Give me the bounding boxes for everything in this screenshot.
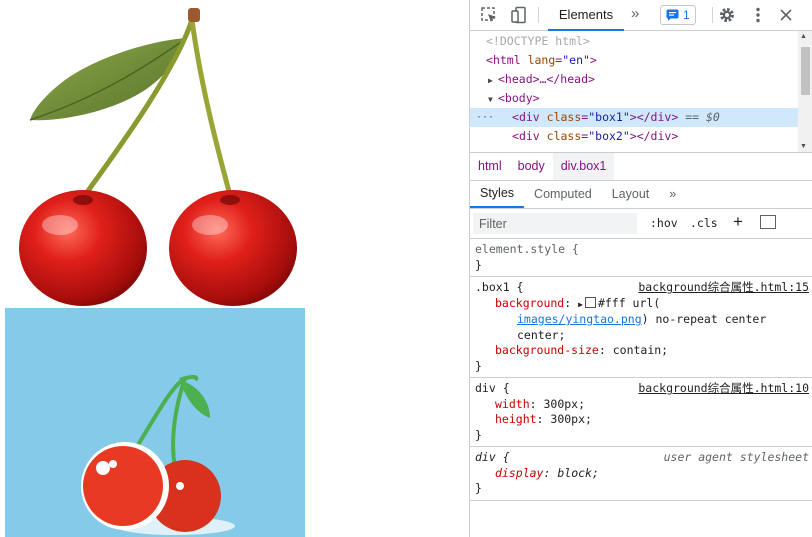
html-attr-name: lang (527, 53, 556, 67)
more-tabs-button[interactable]: » (631, 5, 639, 22)
html-tag-name: html (492, 53, 521, 67)
rule-source-link[interactable]: background综合属性.html:15 (638, 280, 809, 296)
dom-node-html[interactable]: <html lang="en"> (470, 51, 798, 70)
doctype-text: <!DOCTYPE html> (486, 34, 590, 48)
declaration-display: display: block; (495, 465, 599, 480)
rule-close-brace: } (475, 358, 482, 373)
tab-layout[interactable]: Layout (602, 180, 660, 208)
box2-attr-value: "box2" (588, 129, 630, 143)
box1-attr-value: "box1" (588, 110, 630, 124)
scroll-down-arrow-icon[interactable]: ▼ (800, 143, 807, 150)
box2-close-tag: div (650, 129, 672, 143)
property-value[interactable]: 300px; (543, 397, 585, 411)
tab-styles[interactable]: Styles (470, 180, 525, 208)
styles-subtabs: Styles Computed Layout » (470, 180, 812, 209)
selected-node-marker: == $0 (685, 110, 720, 124)
close-icon[interactable] (775, 4, 797, 26)
scrollbar-thumb[interactable] (801, 47, 810, 95)
tab-computed[interactable]: Computed (524, 180, 602, 208)
cartoon-cherry-illustration (81, 375, 235, 535)
toggle-sidebar-icon[interactable] (760, 215, 776, 229)
devtools-toolbar: Elements » 1 (470, 0, 812, 31)
scroll-up-arrow-icon[interactable]: ▲ (800, 33, 807, 40)
gear-icon[interactable] (716, 4, 738, 26)
breadcrumb-body[interactable]: body (510, 153, 553, 180)
property-value[interactable]: contain; (613, 343, 668, 357)
head-tag: <head>…</head> (498, 72, 595, 86)
page-preview (0, 0, 469, 537)
new-rule-button[interactable]: + (733, 212, 743, 232)
rule-close-brace: } (475, 257, 482, 272)
property-name[interactable]: background-size (495, 343, 599, 357)
cherry-illustration (19, 8, 297, 306)
message-icon (666, 9, 679, 21)
property-value-cont[interactable]: ) no-repeat center (642, 312, 767, 326)
dom-node-body[interactable]: ▼ <body> (470, 89, 798, 108)
class-toggle[interactable]: .cls (690, 216, 718, 230)
rule-close-brace: } (475, 481, 482, 495)
property-value: block; (557, 465, 599, 480)
tab-elements[interactable]: Elements (548, 0, 624, 31)
property-name: display (495, 465, 544, 480)
collapse-triangle-icon[interactable]: ▼ (488, 90, 498, 109)
image-url-link[interactable]: images/yingtao.png (517, 312, 642, 326)
node-actions-icon[interactable]: ··· (476, 108, 494, 127)
color-swatch[interactable] (584, 296, 596, 308)
box1-close-tag: div (650, 110, 672, 124)
property-name[interactable]: height (495, 412, 537, 426)
styles-filter-bar: :hov .cls + (470, 209, 812, 239)
rule-selector[interactable]: element.style { (475, 242, 807, 258)
html-attr-value: "en" (562, 53, 590, 67)
box1-attr-name: class (546, 110, 582, 124)
issues-count: 1 (683, 8, 690, 22)
more-subtabs-button[interactable]: » (659, 180, 686, 208)
breadcrumb: html body div.box1 (470, 152, 812, 181)
expand-triangle-icon[interactable]: ▶ (488, 71, 498, 90)
box1-tag-name: div (518, 110, 540, 124)
breadcrumb-div-box1[interactable]: div.box1 (552, 153, 615, 180)
dom-tree-scrollbar[interactable]: ▲ ▼ (798, 31, 812, 152)
property-value[interactable]: 300px; (550, 412, 592, 426)
styles-filter-input[interactable] (473, 213, 637, 234)
expand-triangle-icon[interactable]: ▶ (578, 300, 583, 309)
declaration-background-cont: images/yingtao.png) no-repeat center (475, 312, 807, 328)
hover-state-toggle[interactable]: :hov (650, 216, 678, 230)
issues-badge[interactable]: 1 (660, 5, 696, 25)
declaration-height[interactable]: height: 300px; (475, 412, 807, 428)
property-value-cont[interactable]: center; (517, 328, 565, 342)
rule-div: div { background综合属性.html:10 width: 300p… (470, 378, 812, 447)
dom-node-box2[interactable]: <div class="box2"></div> (470, 127, 798, 146)
rule-close-brace: } (475, 427, 482, 442)
declaration-background-size[interactable]: background-size: contain; (475, 343, 807, 359)
declaration-background-cont2: center; (475, 328, 807, 344)
declaration-background[interactable]: background: ▶ #fff url( (475, 296, 807, 313)
property-name[interactable]: width (495, 397, 530, 411)
dom-node-head[interactable]: ▶ <head>…</head> (470, 70, 798, 89)
inspect-element-icon[interactable] (478, 4, 500, 26)
box2-cartoon-cherry (5, 308, 305, 537)
body-tag: <body> (498, 91, 540, 105)
property-name[interactable]: background (495, 296, 564, 310)
device-toolbar-icon[interactable] (508, 4, 530, 26)
declaration-width[interactable]: width: 300px; (475, 397, 807, 413)
rule-source-link[interactable]: background综合属性.html:10 (638, 381, 809, 397)
box2-tag-name: div (518, 129, 540, 143)
dom-node-doctype[interactable]: <!DOCTYPE html> (470, 32, 798, 51)
devtools-panel: Elements » 1 <!DOCTYPE html> <html lang=… (469, 0, 812, 537)
rule-user-agent-div: div { user agent stylesheet display: blo… (470, 447, 812, 501)
box1-cherry-image (5, 0, 305, 308)
dom-node-box1[interactable]: ··· <div class="box1"></div> == $0 (470, 108, 798, 127)
breadcrumb-html[interactable]: html (470, 153, 510, 180)
dom-tree: <!DOCTYPE html> <html lang="en"> ▶ <head>… (470, 31, 812, 152)
rule-source-label: user agent stylesheet (663, 450, 809, 464)
rule-box1: .box1 { background综合属性.html:15 backgroun… (470, 277, 812, 378)
more-options-icon[interactable] (747, 4, 769, 26)
toolbar-divider (538, 7, 539, 23)
rule-element-style: element.style { } (470, 239, 812, 277)
toolbar-divider (712, 7, 713, 23)
style-rules: element.style { } .box1 { background综合属性… (470, 239, 812, 501)
box2-attr-name: class (546, 129, 582, 143)
property-value[interactable]: #fff url( (598, 296, 660, 310)
